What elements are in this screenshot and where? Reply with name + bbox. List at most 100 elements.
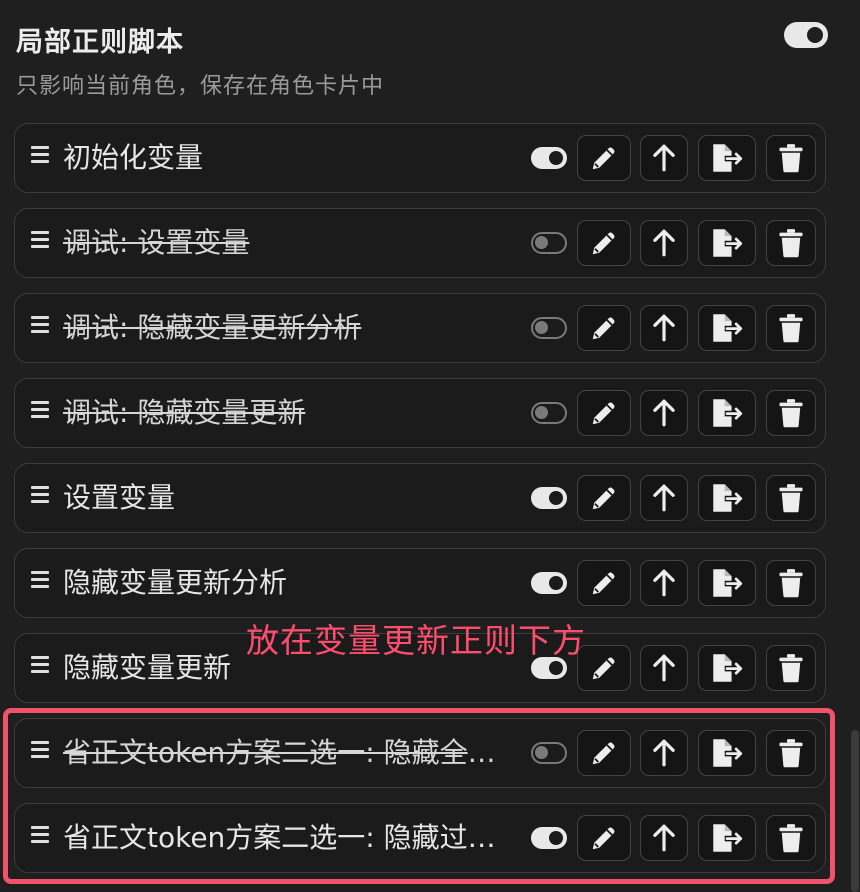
edit-button[interactable] [577, 730, 631, 776]
drag-handle-icon[interactable] [31, 826, 49, 850]
script-name: 隐藏变量更新分析 [63, 566, 288, 599]
pencil-icon [589, 738, 619, 768]
arrow-up-icon [651, 823, 677, 853]
drag-handle-icon[interactable] [31, 146, 49, 170]
script-list: 初始化变量调试: 设置变量调试: 隐藏变量更新分析调试: 隐藏变量更新 设置变量隐… [14, 123, 826, 888]
trash-icon [778, 143, 804, 173]
move-up-button[interactable] [640, 390, 688, 436]
file-export-icon [709, 567, 745, 599]
edit-button[interactable] [577, 560, 631, 606]
drag-handle-icon[interactable] [31, 231, 49, 255]
edit-button[interactable] [577, 815, 631, 861]
script-name: 调试: 隐藏变量更新分析 [63, 311, 362, 344]
trash-icon [778, 313, 804, 343]
delete-button[interactable] [766, 305, 816, 351]
arrow-up-icon [651, 398, 677, 428]
script-row: 调试: 隐藏变量更新分析 [14, 293, 826, 363]
pencil-icon [589, 313, 619, 343]
script-enable-toggle[interactable] [531, 742, 567, 764]
move-up-button[interactable] [640, 815, 688, 861]
drag-handle-icon[interactable] [31, 656, 49, 680]
script-enable-toggle[interactable] [531, 147, 567, 169]
file-export-icon [709, 822, 745, 854]
delete-button[interactable] [766, 135, 816, 181]
annotation-text: 放在变量更新正则下方 [246, 621, 586, 660]
script-row: 隐藏变量更新分析 [14, 548, 826, 618]
pencil-icon [589, 483, 619, 513]
arrow-up-icon [651, 143, 677, 173]
trash-icon [778, 568, 804, 598]
export-button[interactable] [698, 815, 756, 861]
delete-button[interactable] [766, 220, 816, 266]
export-button[interactable] [698, 475, 756, 521]
export-button[interactable] [698, 560, 756, 606]
file-export-icon [709, 142, 745, 174]
delete-button[interactable] [766, 730, 816, 776]
script-name: 调试: 设置变量 [63, 226, 250, 259]
script-enable-toggle[interactable] [531, 572, 567, 594]
trash-icon [778, 228, 804, 258]
move-up-button[interactable] [640, 475, 688, 521]
move-up-button[interactable] [640, 305, 688, 351]
export-button[interactable] [698, 390, 756, 436]
export-button[interactable] [698, 305, 756, 351]
trash-icon [778, 653, 804, 683]
script-row: 设置变量 [14, 463, 826, 533]
regex-scripts-panel: 局部正则脚本 只影响当前角色，保存在角色卡片中 初始化变量 调试: 设置变量 调试:… [0, 0, 860, 892]
script-enable-toggle[interactable] [531, 232, 567, 254]
export-button[interactable] [698, 135, 756, 181]
drag-handle-icon[interactable] [31, 741, 49, 765]
pencil-icon [589, 823, 619, 853]
trash-icon [778, 823, 804, 853]
edit-button[interactable] [577, 135, 631, 181]
file-export-icon [709, 482, 745, 514]
arrow-up-icon [651, 738, 677, 768]
delete-button[interactable] [766, 475, 816, 521]
drag-handle-icon[interactable] [31, 316, 49, 340]
pencil-icon [589, 398, 619, 428]
panel-title: 局部正则脚本 [16, 27, 184, 58]
arrow-up-icon [651, 313, 677, 343]
arrow-up-icon [651, 568, 677, 598]
trash-icon [778, 398, 804, 428]
file-export-icon [709, 312, 745, 344]
arrow-up-icon [651, 653, 677, 683]
move-up-button[interactable] [640, 645, 688, 691]
delete-button[interactable] [766, 560, 816, 606]
edit-button[interactable] [577, 475, 631, 521]
edit-button[interactable] [577, 220, 631, 266]
script-row: 调试: 隐藏变量更新 [14, 378, 826, 448]
script-enable-toggle[interactable] [531, 317, 567, 339]
trash-icon [778, 738, 804, 768]
edit-button[interactable] [577, 390, 631, 436]
move-up-button[interactable] [640, 560, 688, 606]
export-button[interactable] [698, 220, 756, 266]
delete-button[interactable] [766, 390, 816, 436]
script-row: 省正文token方案二选一: 隐藏过去变量更新 [14, 803, 826, 873]
pencil-icon [589, 653, 619, 683]
script-name: 省正文token方案二选一: 隐藏全部变量更新 [63, 736, 523, 769]
scrollbar[interactable] [851, 730, 859, 892]
move-up-button[interactable] [640, 220, 688, 266]
arrow-up-icon [651, 228, 677, 258]
master-enable-toggle[interactable] [784, 22, 828, 48]
file-export-icon [709, 652, 745, 684]
move-up-button[interactable] [640, 135, 688, 181]
delete-button[interactable] [766, 645, 816, 691]
file-export-icon [709, 397, 745, 429]
pencil-icon [589, 568, 619, 598]
export-button[interactable] [698, 730, 756, 776]
script-enable-toggle[interactable] [531, 827, 567, 849]
move-up-button[interactable] [640, 730, 688, 776]
pencil-icon [589, 228, 619, 258]
file-export-icon [709, 227, 745, 259]
script-name: 初始化变量 [63, 141, 204, 174]
delete-button[interactable] [766, 815, 816, 861]
edit-button[interactable] [577, 305, 631, 351]
export-button[interactable] [698, 645, 756, 691]
drag-handle-icon[interactable] [31, 401, 49, 425]
drag-handle-icon[interactable] [31, 486, 49, 510]
drag-handle-icon[interactable] [31, 571, 49, 595]
script-enable-toggle[interactable] [531, 402, 567, 424]
script-enable-toggle[interactable] [531, 487, 567, 509]
